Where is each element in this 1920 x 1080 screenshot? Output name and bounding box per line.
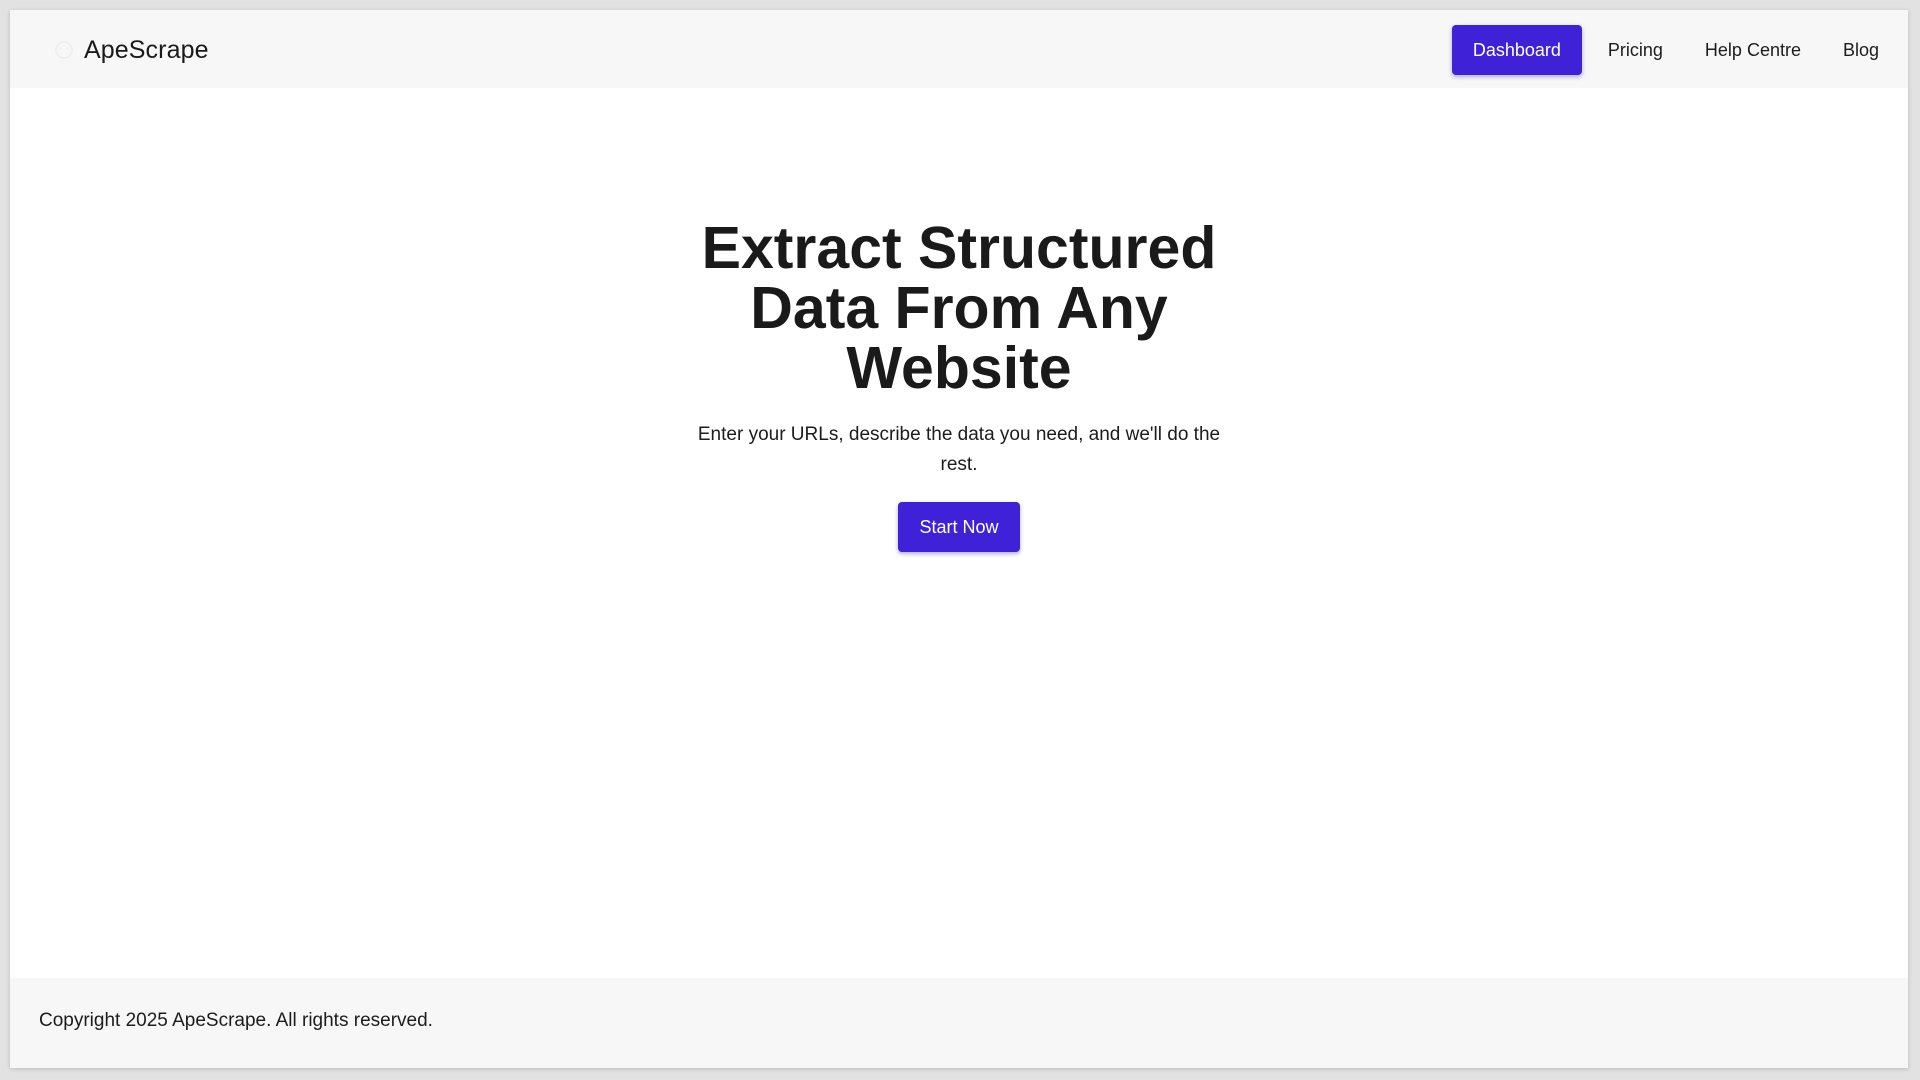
hero-subtitle: Enter your URLs, describe the data you n… <box>697 424 1221 475</box>
nav-link-pricing[interactable]: Pricing <box>1587 25 1684 75</box>
dashboard-button[interactable]: Dashboard <box>1451 25 1582 75</box>
nav-link-blog[interactable]: Blog <box>1822 25 1908 75</box>
footer: Copyright 2025 ApeScrape. All rights res… <box>10 978 1908 1068</box>
ape-logo-icon <box>52 38 76 62</box>
brand[interactable]: ApeScrape <box>52 32 209 68</box>
nav-link-help-centre[interactable]: Help Centre <box>1684 25 1822 75</box>
top-navbar: ApeScrape Dashboard Pricing Help Centre … <box>10 10 1908 88</box>
start-now-button[interactable]: Start Now <box>898 502 1020 552</box>
browser-viewport: ApeScrape Dashboard Pricing Help Centre … <box>10 10 1908 1068</box>
hero-section: Extract Structured Data From Any Website… <box>10 218 1908 552</box>
hero-title: Extract Structured Data From Any Website <box>701 215 1217 401</box>
main-nav: Dashboard Pricing Help Centre Blog <box>1451 25 1908 75</box>
brand-name: ApeScrape <box>84 35 209 64</box>
copyright-text: Copyright 2025 ApeScrape. All rights res… <box>39 1010 433 1031</box>
